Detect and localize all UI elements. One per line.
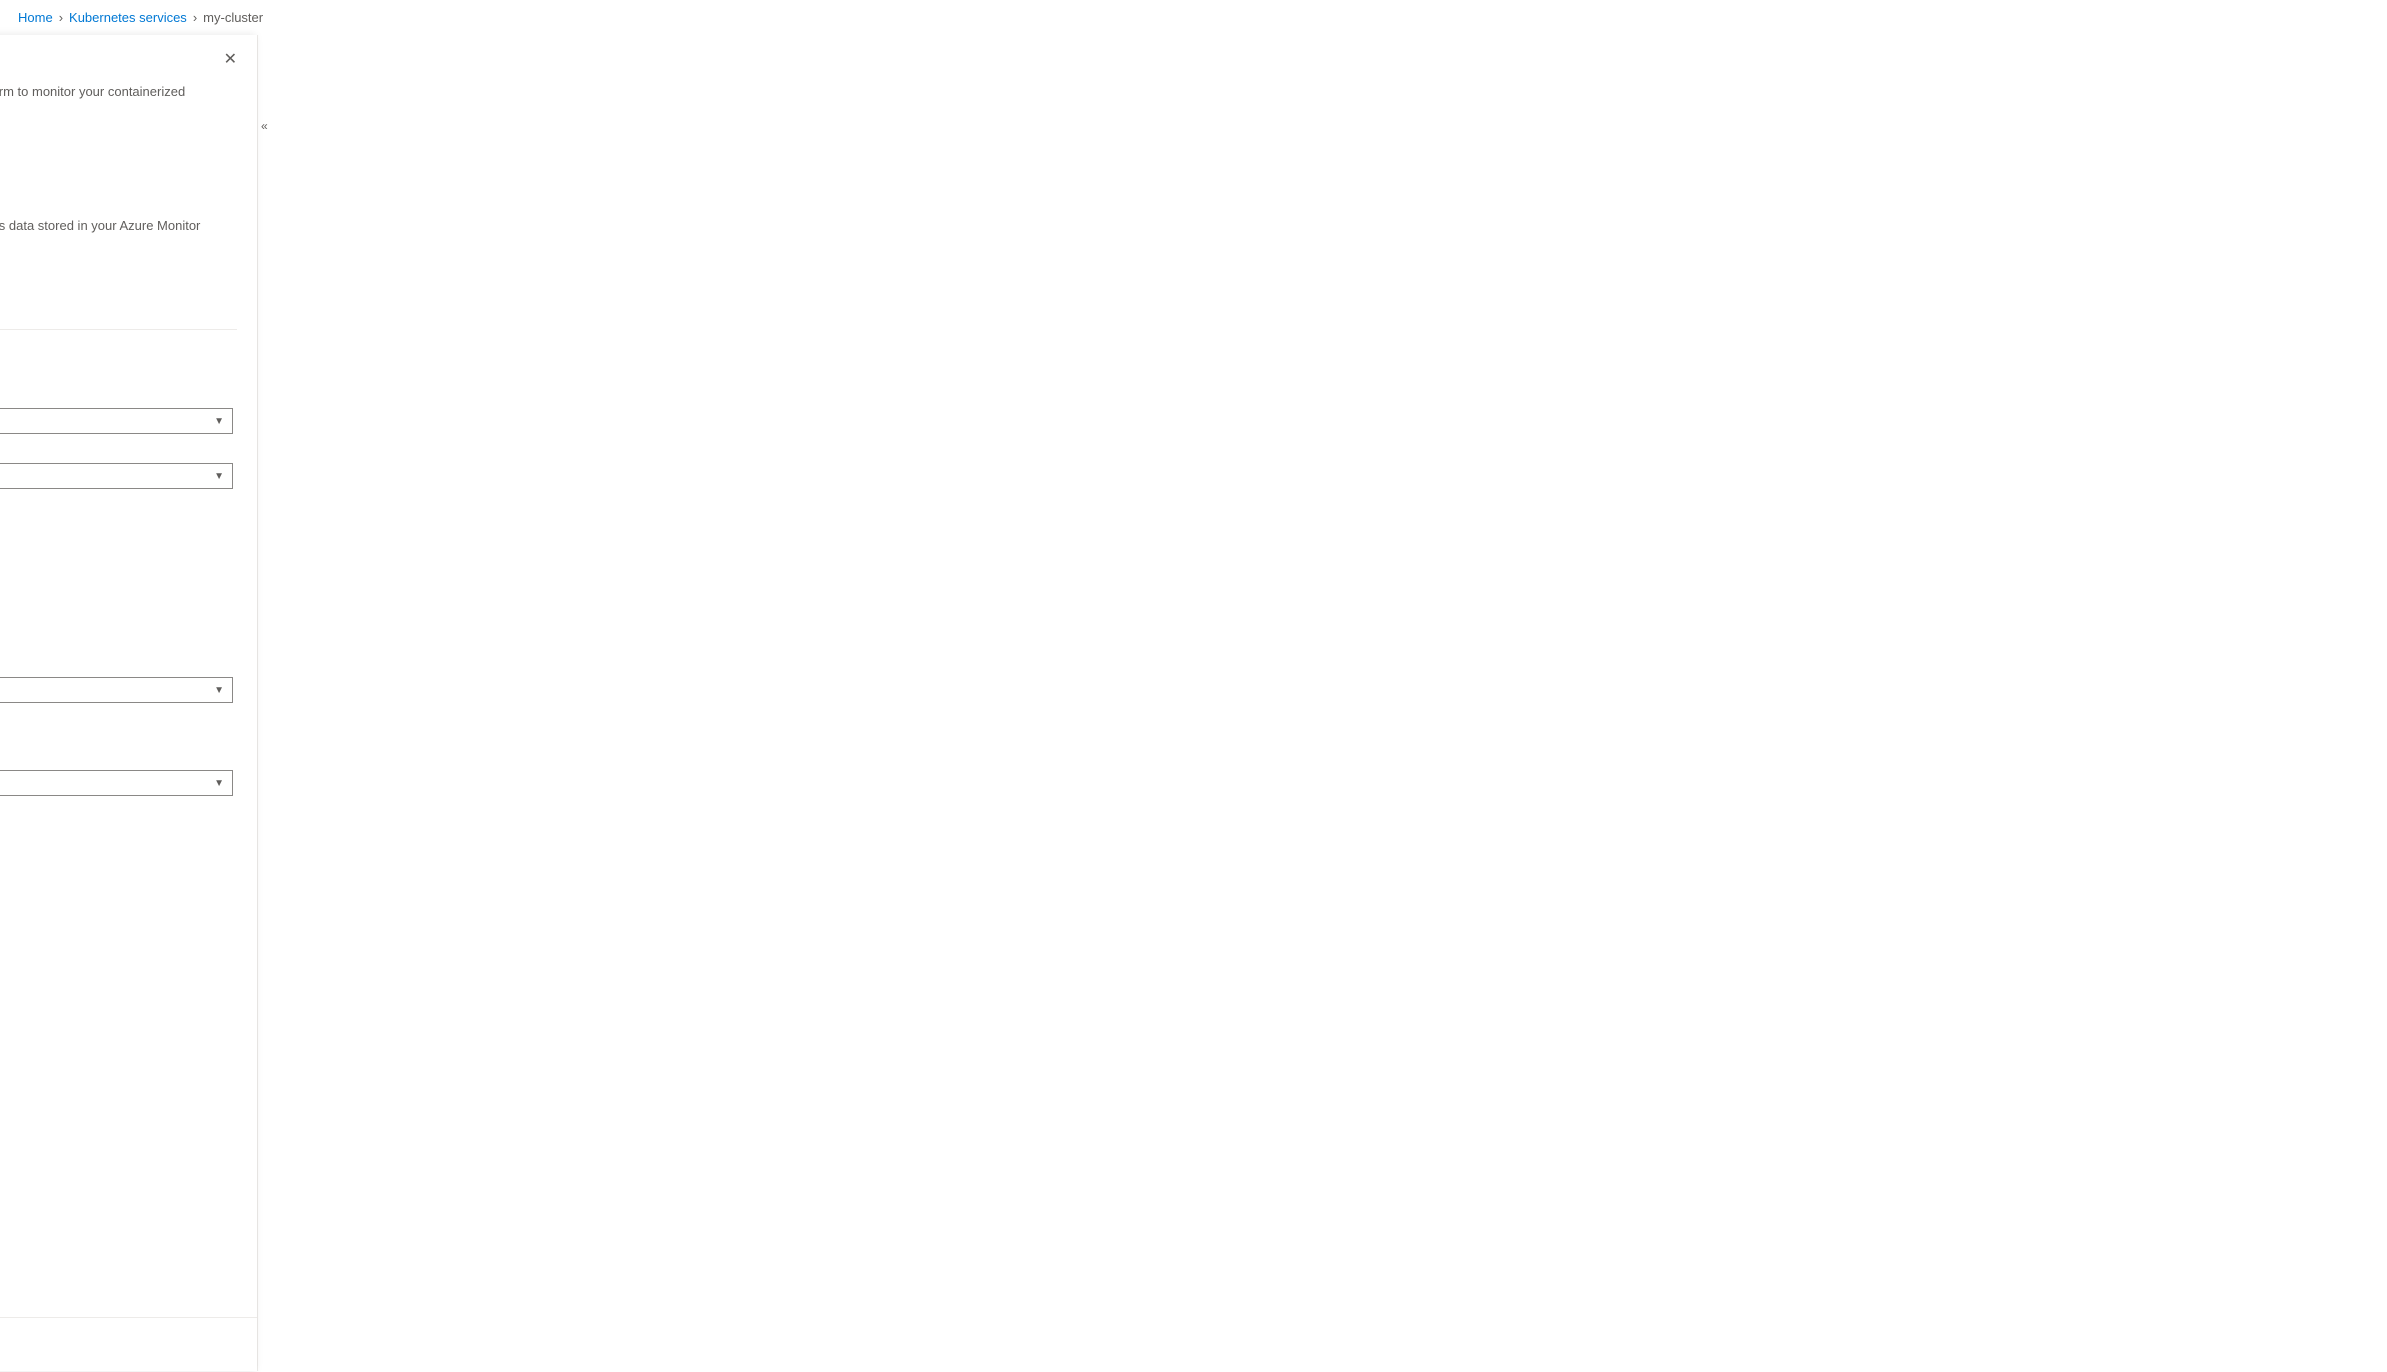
grafana-desc: Selecting a fully managed instance of Gr… <box>0 217 237 253</box>
breadcrumb-k8s[interactable]: Kubernetes services <box>69 10 187 25</box>
left-nav: my-cluster ⋯ Kubernetes service | ⓘ Dire… <box>0 35 258 1371</box>
collapse-nav-icon[interactable]: « <box>261 119 268 133</box>
breadcrumb-home[interactable]: Home <box>18 10 53 25</box>
prom-desc-cutoff: Managed Prometheus provides a highly ava… <box>0 84 237 115</box>
breadcrumb: Home › Kubernetes services › my-cluster <box>0 0 2387 35</box>
breadcrumb-sep: › <box>59 10 63 25</box>
cost-preset-select[interactable]: Standard ▼ <box>0 463 233 489</box>
mg-header: Managed Grafana <box>0 744 237 760</box>
configure-panel: Configure Container insights ✕ Managed P… <box>0 35 257 1371</box>
law-select[interactable]: my-workspace ▼ <box>0 408 233 434</box>
preset-summary: 1m collection frequency No namespace fil… <box>0 516 233 629</box>
chevron-down-icon: ▼ <box>214 416 224 427</box>
chevron-down-icon: ▼ <box>214 685 224 696</box>
close-icon[interactable]: ✕ <box>224 49 237 69</box>
chevron-down-icon: ▼ <box>214 471 224 482</box>
chevron-down-icon: ▼ <box>214 778 224 789</box>
amw-select[interactable]: my-azure-monitor-workspace ▼ <box>0 677 233 703</box>
grafana-header: Managed Grafana <box>0 195 237 211</box>
breadcrumb-sep: › <box>193 10 197 25</box>
ci-header: Container insights <box>0 382 237 398</box>
mp-header: Managed Prometheus <box>0 651 237 667</box>
grafana-instances-select[interactable]: my-grafana ▼ <box>0 770 233 796</box>
breadcrumb-current: my-cluster <box>203 10 263 25</box>
advanced-settings-toggle[interactable]: Advanced settings <box>0 344 237 360</box>
